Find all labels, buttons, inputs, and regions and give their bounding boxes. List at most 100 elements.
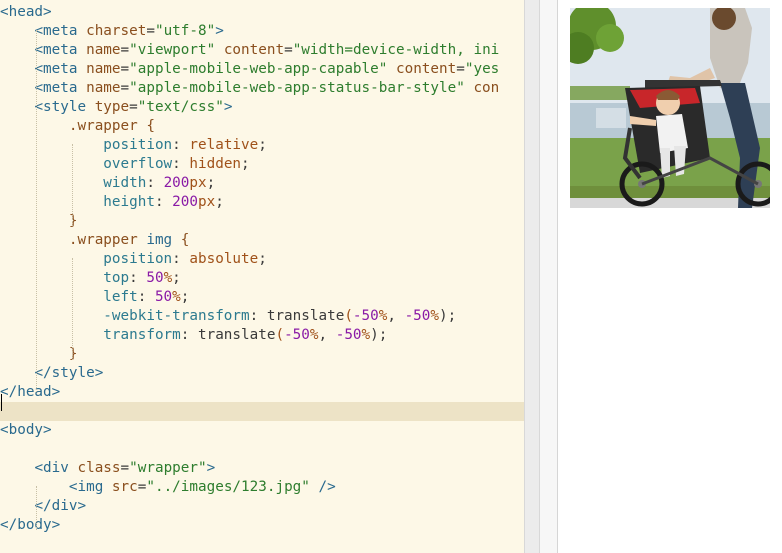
code-line[interactable]: <meta name="viewport" content="width=dev… (0, 41, 524, 60)
code-token: % (309, 327, 319, 343)
code-token: type (94, 99, 130, 115)
code-token: 200 (163, 175, 190, 191)
code-token: , (387, 308, 405, 324)
code-line[interactable]: <body> (0, 421, 524, 440)
code-line[interactable]: </style> (0, 364, 524, 383)
code-line[interactable]: <div class="wrapper"> (0, 459, 524, 478)
code-token: ; (215, 194, 224, 210)
code-token: 50 (154, 289, 173, 305)
code-token: position (103, 137, 173, 153)
code-token: px (189, 175, 207, 191)
code-token: ; (258, 137, 267, 153)
code-line[interactable]: width: 200px; (0, 174, 524, 193)
code-line[interactable]: </head> (0, 383, 524, 402)
code-token: left (103, 289, 138, 305)
code-token: = (456, 61, 465, 77)
code-token: "width=device-width, ini (292, 42, 500, 58)
code-token: "../images/123.jpg" (146, 479, 310, 495)
code-editor[interactable]: <head> <meta charset="utf-8"> <meta name… (0, 0, 524, 553)
code-token: <meta (34, 80, 87, 96)
preview-pane (558, 0, 782, 553)
code-token: : (146, 175, 164, 191)
code-line[interactable] (0, 402, 524, 421)
code-token: overflow (103, 156, 173, 172)
indent-guide (36, 486, 37, 530)
code-token: -50 (404, 308, 431, 324)
code-line[interactable]: <head> (0, 3, 524, 22)
code-token: width (103, 175, 147, 191)
code-token: % (163, 270, 173, 286)
code-line[interactable]: .wrapper img { (0, 231, 524, 250)
code-line[interactable]: <meta name="apple-mobile-web-app-status-… (0, 79, 524, 98)
code-token: transform (103, 327, 181, 343)
code-token: <div (34, 460, 78, 476)
code-token: "apple-mobile-web-app-capable" (129, 61, 388, 77)
code-token: -webkit-transform (103, 308, 250, 324)
code-token: content (223, 42, 285, 58)
code-line[interactable]: <meta charset="utf-8"> (0, 22, 524, 41)
code-token: = (129, 99, 138, 115)
code-line[interactable]: } (0, 345, 524, 364)
code-token: : (129, 270, 147, 286)
code-token: 200 (172, 194, 198, 210)
code-line[interactable]: height: 200px; (0, 193, 524, 212)
code-line[interactable]: <style type="text/css"> (0, 98, 524, 117)
code-line[interactable]: } (0, 212, 524, 231)
code-token: 50 (146, 270, 164, 286)
pane-splitter[interactable] (540, 0, 558, 553)
code-line[interactable]: position: absolute; (0, 250, 524, 269)
code-token: </div> (34, 498, 87, 514)
code-token: relative (189, 137, 259, 153)
code-line[interactable]: .wrapper { (0, 117, 524, 136)
code-token: img (146, 232, 173, 248)
code-line[interactable]: overflow: hidden; (0, 155, 524, 174)
code-token: "wrapper" (129, 460, 207, 476)
code-line[interactable]: top: 50%; (0, 269, 524, 288)
code-token: > (215, 23, 224, 39)
code-token: -50 (284, 327, 310, 343)
code-token: -50 (352, 308, 379, 324)
code-line[interactable]: </body> (0, 516, 524, 535)
editor-scrollbar[interactable] (524, 0, 540, 553)
code-line[interactable]: position: relative; (0, 136, 524, 155)
code-token: translate (266, 308, 345, 324)
code-line[interactable]: left: 50%; (0, 288, 524, 307)
code-token: src (111, 479, 138, 495)
code-token: name (86, 42, 121, 58)
code-line[interactable] (0, 440, 524, 459)
code-token: ; (241, 156, 250, 172)
code-token: = (120, 80, 130, 96)
code-token: : (154, 194, 173, 210)
indent-guide (72, 258, 73, 360)
code-token: , (318, 327, 336, 343)
code-token: "text/css" (137, 99, 224, 115)
code-token: % (172, 289, 181, 305)
code-line[interactable]: </div> (0, 497, 524, 516)
code-line[interactable]: -webkit-transform: translate(-50%, -50%)… (0, 307, 524, 326)
code-token: ; (258, 251, 267, 267)
code-line[interactable]: transform: translate(-50%, -50%); (0, 326, 524, 345)
code-line[interactable]: <img src="../images/123.jpg" /> (0, 478, 524, 497)
photo-mother-child-stroller-icon (570, 8, 770, 208)
code-token: % (430, 308, 440, 324)
code-token: <meta (34, 42, 87, 58)
code-token: > (206, 460, 216, 476)
code-line[interactable]: <meta name="apple-mobile-web-app-capable… (0, 60, 524, 79)
text-cursor (1, 394, 2, 411)
